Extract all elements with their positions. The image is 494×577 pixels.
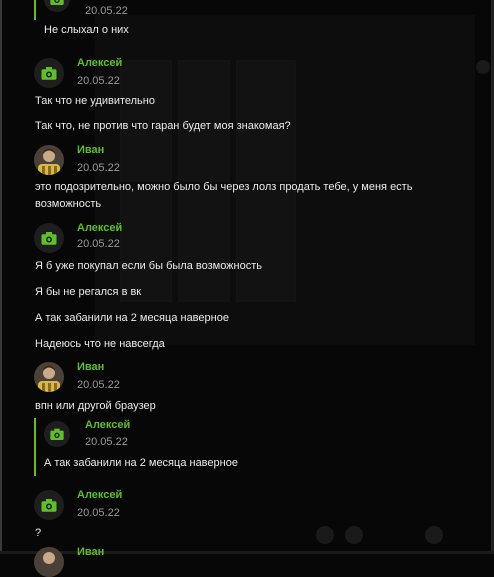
message-text[interactable]: А так забанили на 2 месяца наверное <box>35 312 229 324</box>
background-dot <box>316 526 334 544</box>
reply-quote-bar <box>34 418 36 476</box>
message-text[interactable]: это подозрительно, можно было бы через л… <box>35 179 480 213</box>
user-photo <box>34 145 64 175</box>
message-date: 20.05.22 <box>77 162 120 174</box>
message-text[interactable]: впн или другой браузер <box>35 400 156 412</box>
message-date: 20.05.22 <box>77 507 120 519</box>
reply-text[interactable]: А так забанили на 2 месяца наверное <box>44 457 238 469</box>
author-name[interactable]: Иван <box>77 144 104 156</box>
avatar[interactable] <box>34 362 64 392</box>
avatar[interactable] <box>34 223 64 253</box>
camera-icon <box>50 0 64 5</box>
message-text[interactable]: ? <box>35 527 41 539</box>
message-text[interactable]: Я бы не регался в вк <box>35 286 141 298</box>
message-date: 20.05.22 <box>77 75 120 87</box>
message-date: 20.05.22 <box>77 379 120 391</box>
reply-date: 20.05.22 <box>85 436 128 448</box>
message-text[interactable]: Надеюсь что не навсегда <box>35 338 165 350</box>
camera-icon <box>41 232 57 245</box>
reply-avatar <box>44 0 70 12</box>
reply-author-name[interactable]: Алексей <box>85 419 130 431</box>
avatar[interactable] <box>34 490 64 520</box>
user-photo <box>34 547 64 577</box>
avatar[interactable] <box>34 547 64 577</box>
window-border-left <box>0 0 2 554</box>
avatar[interactable] <box>34 145 64 175</box>
background-dot <box>345 526 363 544</box>
message-text[interactable]: Я б уже покупал если бы была возможность <box>35 260 262 272</box>
camera-icon <box>41 499 57 512</box>
message-text[interactable]: Не слыхал о них <box>44 24 129 36</box>
message-text[interactable]: Так что, не против что гаран будет моя з… <box>35 120 291 132</box>
reply-avatar <box>44 421 70 447</box>
background-dot <box>476 60 490 74</box>
author-name[interactable]: Алексей <box>77 222 122 234</box>
author-name[interactable]: Алексей <box>77 489 122 501</box>
reply-quote-bar <box>34 0 36 20</box>
avatar[interactable] <box>34 58 64 88</box>
author-name[interactable]: Иван <box>77 546 104 558</box>
user-photo <box>34 362 64 392</box>
author-name[interactable]: Алексей <box>77 57 122 69</box>
message-date: 20.05.22 <box>77 238 120 250</box>
background-dot <box>425 526 443 544</box>
camera-icon <box>41 67 57 80</box>
reply-date: 20.05.22 <box>85 5 128 17</box>
author-name[interactable]: Иван <box>77 361 104 373</box>
message-text[interactable]: Так что не удивительно <box>35 95 155 107</box>
camera-icon <box>50 428 64 440</box>
